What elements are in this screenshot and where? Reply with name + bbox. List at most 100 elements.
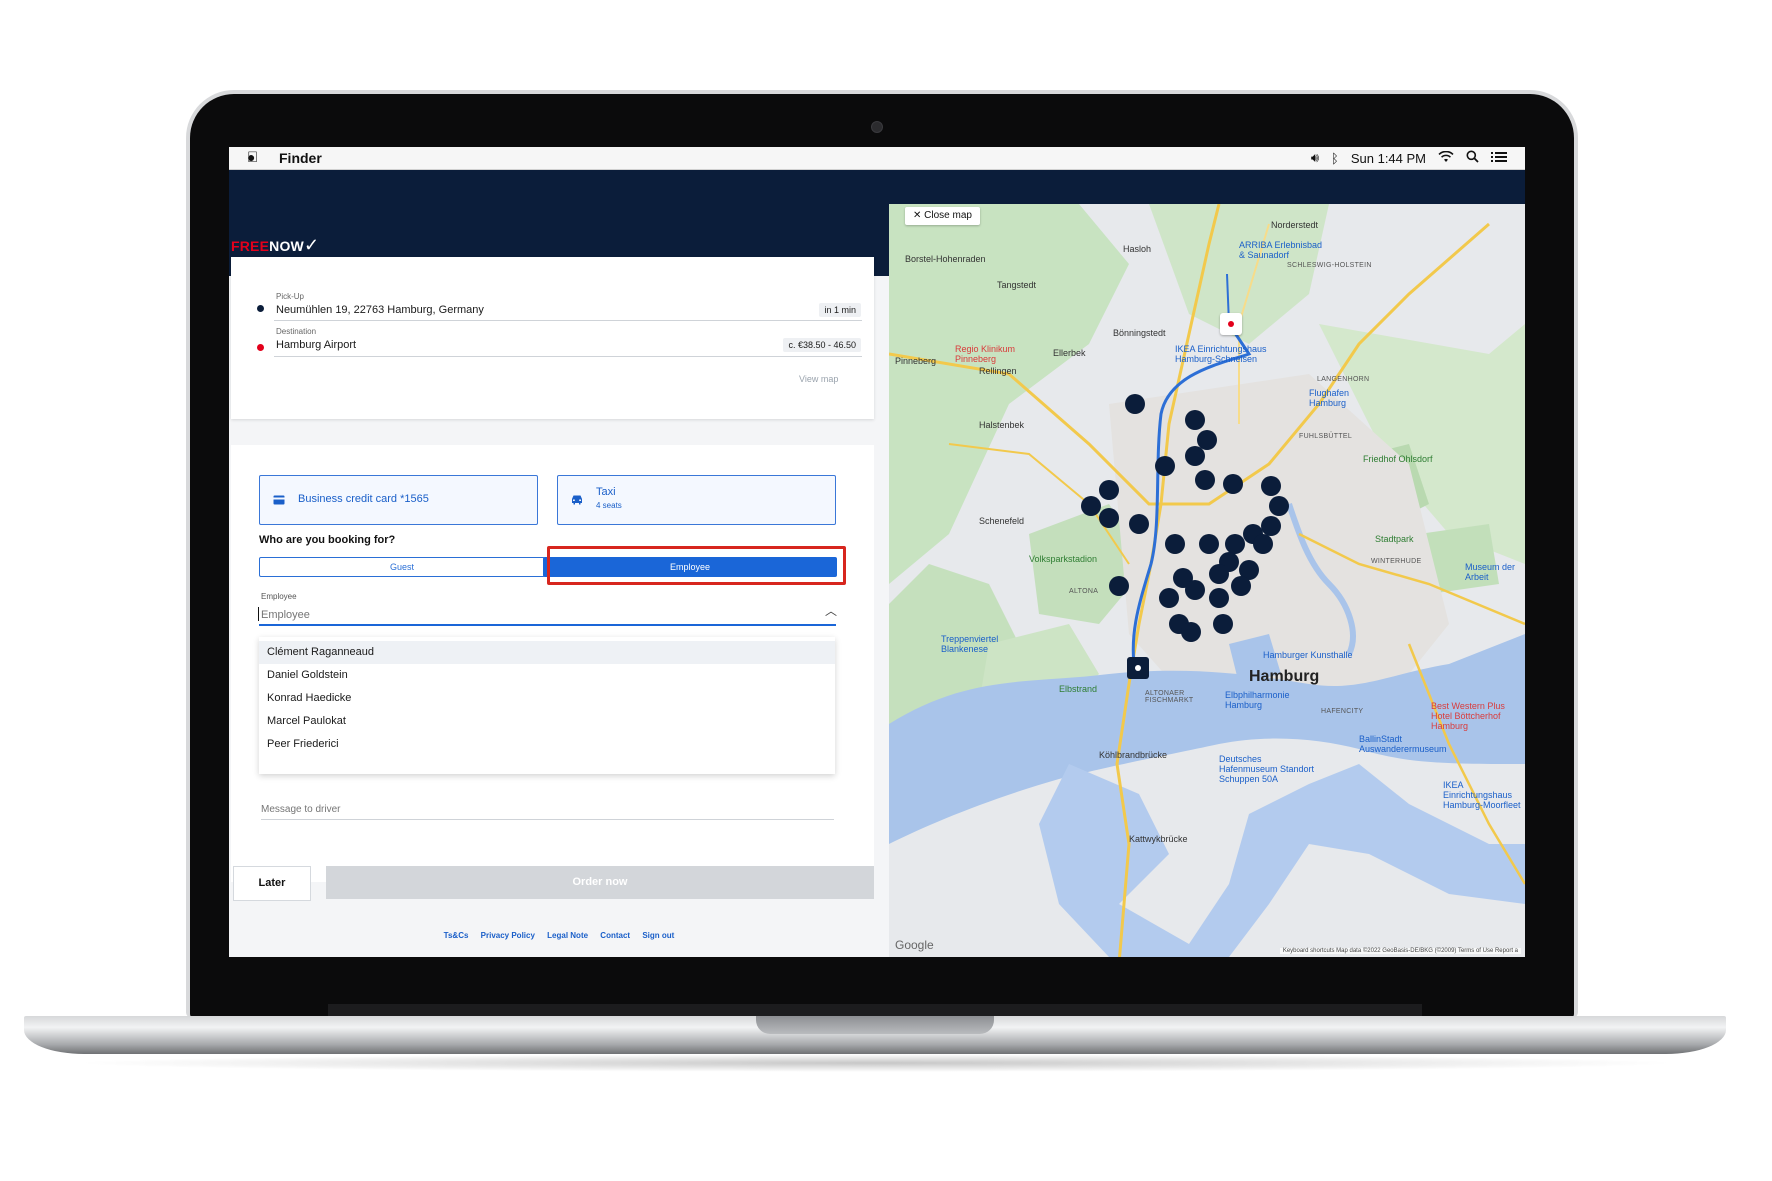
destination-dot-icon — [257, 344, 264, 351]
screen:  ● Finder 🔊︎ ᛒ Sun 1:44 PM FREENOW✓ Pic… — [229, 147, 1525, 957]
taxi-marker-icon[interactable] — [1099, 480, 1119, 500]
map-label: SCHLESWIG-HOLSTEIN — [1287, 262, 1372, 269]
taxi-marker-icon[interactable] — [1195, 470, 1215, 490]
taxi-marker-icon[interactable] — [1185, 446, 1205, 466]
close-map-button[interactable]: ✕ Close map — [905, 207, 980, 225]
laptop-shadow — [70, 1054, 1682, 1072]
map-label: Pinneberg — [895, 356, 937, 366]
close-icon: ✕ — [913, 210, 922, 221]
map-label: Flughafen Hamburg — [1309, 388, 1350, 408]
taxi-marker-icon[interactable] — [1213, 614, 1233, 634]
taxi-marker-icon[interactable] — [1253, 534, 1273, 554]
map-label: Ellerbek — [1053, 348, 1086, 358]
map-label: Stadtpark — [1375, 534, 1414, 544]
freenow-logo[interactable]: FREENOW✓ — [231, 235, 319, 256]
employee-option[interactable]: Daniel Goldstein — [259, 664, 835, 687]
map-label: Regio Klinikum Pinneberg — [955, 344, 1016, 364]
map-attribution[interactable]: Keyboard shortcuts Map data ©2022 GeoBas… — [1279, 948, 1521, 954]
footer-link-terms[interactable]: Ts&Cs — [444, 931, 469, 940]
laptop-hinge — [328, 1004, 1422, 1016]
map-label: HAFENCITY — [1321, 708, 1364, 715]
taxi-marker-icon[interactable] — [1269, 496, 1289, 516]
taxi-marker-icon[interactable] — [1165, 534, 1185, 554]
taxi-marker-icon[interactable] — [1185, 580, 1205, 600]
pickup-underline — [274, 320, 862, 321]
payment-method-button[interactable]: Business credit card *1565 — [259, 475, 538, 525]
taxi-marker-icon[interactable] — [1125, 394, 1145, 414]
footer-link-contact[interactable]: Contact — [600, 931, 630, 940]
map-label: Tangstedt — [997, 280, 1037, 290]
employee-search-input[interactable] — [259, 606, 836, 626]
pickup-label: Pick-Up — [276, 292, 305, 301]
map-label: Treppenviertel Blankenese — [941, 634, 999, 654]
employee-option[interactable]: Konrad Haedicke — [259, 687, 835, 710]
employee-field-label: Employee — [261, 592, 297, 601]
map-label: Borstel-Hohenraden — [905, 254, 986, 264]
map-label: Hamburger Kunsthalle — [1263, 650, 1353, 660]
logo-now: NOW — [269, 238, 304, 254]
footer-link-legal[interactable]: Legal Note — [547, 931, 588, 940]
volume-icon[interactable]: 🔊︎ — [1311, 150, 1319, 166]
taxi-marker-icon[interactable] — [1129, 514, 1149, 534]
map-label: Schenefeld — [979, 516, 1025, 526]
taxi-marker-icon[interactable] — [1261, 476, 1281, 496]
pickup-address[interactable]: Neumühlen 19, 22763 Hamburg, Germany — [276, 304, 484, 316]
pickup-dot-icon — [257, 305, 264, 312]
map-label: BallinStadt Auswanderermuseum — [1359, 734, 1447, 754]
bluetooth-icon[interactable]: ᛒ — [1331, 151, 1339, 166]
order-now-button[interactable]: Order now — [326, 866, 874, 899]
list-icon[interactable] — [1491, 151, 1507, 166]
logo-free: FREE — [231, 238, 270, 254]
taxi-marker-icon[interactable] — [1159, 588, 1179, 608]
employee-option[interactable]: Clément Raganneaud — [259, 641, 835, 664]
view-map-link[interactable]: View map — [799, 374, 838, 384]
employee-option[interactable]: Peer Friederici — [259, 733, 835, 756]
taxi-marker-icon[interactable] — [1181, 622, 1201, 642]
taxi-marker-icon[interactable] — [1231, 576, 1251, 596]
footer-link-signout[interactable]: Sign out — [642, 931, 674, 940]
taxi-marker-icon[interactable] — [1199, 534, 1219, 554]
map-label: Bönningstedt — [1113, 328, 1166, 338]
map-label: IKEA Einrichtungshaus Hamburg-Schnelsen — [1175, 344, 1267, 364]
laptop-notch — [756, 1016, 994, 1034]
wifi-icon[interactable] — [1438, 150, 1454, 166]
pickup-marker-icon[interactable] — [1127, 657, 1149, 679]
taxi-marker-icon[interactable] — [1209, 588, 1229, 608]
taxi-marker-icon[interactable] — [1225, 534, 1245, 554]
taxi-marker-icon[interactable] — [1155, 456, 1175, 476]
map-label: ALTONAER FISCHMARKT — [1145, 690, 1194, 704]
guest-toggle[interactable]: Guest — [259, 557, 545, 577]
route-card: Pick-Up Neumühlen 19, 22763 Hamburg, Ger… — [231, 257, 874, 419]
footer-link-privacy[interactable]: Privacy Policy — [481, 931, 535, 940]
footer-links: Ts&Cs Privacy Policy Legal Note Contact … — [229, 931, 889, 940]
status-area: 🔊︎ ᛒ Sun 1:44 PM — [1311, 150, 1507, 166]
highlight-box — [547, 546, 846, 585]
taxi-marker-icon[interactable] — [1223, 474, 1243, 494]
map-view[interactable]: ✕ Close map Norderstedt Hasloh Tangstedt… — [889, 204, 1525, 957]
map-label: FUHLSBÜTTEL — [1299, 433, 1353, 440]
map-label: WINTERHUDE — [1371, 558, 1422, 565]
search-icon[interactable] — [1466, 150, 1479, 166]
destination-marker-icon[interactable] — [1220, 313, 1242, 335]
taxi-marker-icon[interactable] — [1209, 564, 1229, 584]
taxi-marker-icon[interactable] — [1099, 508, 1119, 528]
vehicle-type-button[interactable]: Taxi 4 seats — [557, 475, 836, 525]
apple-logo-icon[interactable]: ● — [247, 149, 255, 165]
taxi-marker-icon[interactable] — [1109, 576, 1129, 596]
menu-app-name[interactable]: Finder — [279, 150, 322, 166]
map-label: Kattwykbrücke — [1129, 834, 1188, 844]
taxi-marker-icon[interactable] — [1081, 496, 1101, 516]
map-canvas — [889, 204, 1525, 957]
chevron-up-icon[interactable]: ︿ — [825, 602, 837, 619]
map-label: Volksparkstadion — [1029, 554, 1098, 564]
map-label: IKEA Einrichtungshaus Hamburg-Moorfleet — [1443, 780, 1521, 810]
map-label: Köhlbrandbrücke — [1099, 750, 1168, 760]
taxi-marker-icon[interactable] — [1185, 410, 1205, 430]
employee-option[interactable]: Marcel Paulokat — [259, 710, 835, 733]
later-button[interactable]: Later — [233, 866, 311, 901]
destination-address[interactable]: Hamburg Airport — [276, 339, 356, 351]
destination-label: Destination — [276, 327, 317, 336]
menubar-clock[interactable]: Sun 1:44 PM — [1351, 151, 1426, 166]
message-to-driver-input[interactable] — [261, 799, 834, 820]
taxi-marker-icon[interactable] — [1261, 516, 1281, 536]
